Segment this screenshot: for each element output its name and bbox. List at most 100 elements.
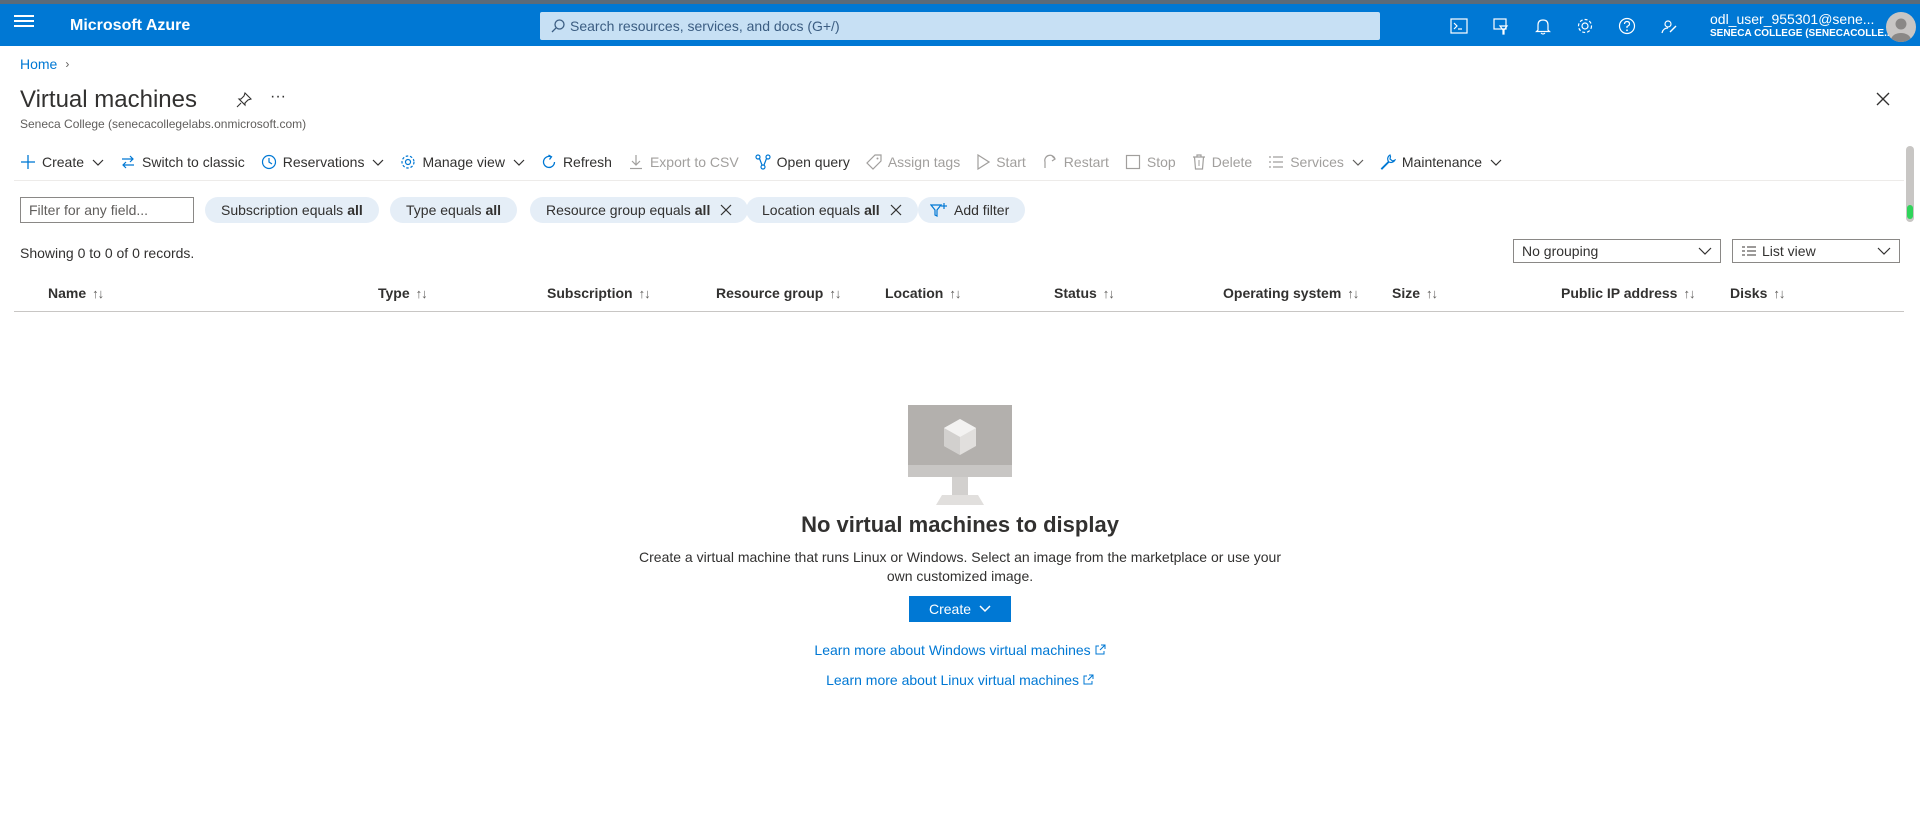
column-header-location[interactable]: Location ↑↓ — [885, 285, 961, 301]
resource-group-filter-pill[interactable]: Resource group equals all — [530, 197, 749, 223]
subscription-filter-pill[interactable]: Subscription equals all — [205, 197, 379, 223]
global-search[interactable] — [540, 12, 1380, 40]
export-to-csv-label: Export to CSV — [649, 154, 739, 170]
directory-filter-icon[interactable] — [1490, 15, 1512, 37]
sort-icon: ↑↓ — [1102, 285, 1115, 301]
breadcrumb-home-link[interactable]: Home — [20, 56, 57, 72]
filter-input[interactable] — [20, 197, 194, 223]
add-filter-label: Add filter — [954, 202, 1010, 218]
resource-group-filter-value: all — [694, 202, 711, 218]
breadcrumb: Home › — [20, 56, 69, 72]
column-label: Size — [1392, 285, 1421, 301]
view-dropdown[interactable]: List view — [1732, 239, 1900, 263]
learn-windows-link[interactable]: Learn more about Windows virtual machine… — [0, 642, 1920, 658]
start-button[interactable]: Start — [976, 154, 1026, 170]
chevron-down-icon — [1490, 159, 1502, 166]
feedback-icon[interactable] — [1658, 15, 1680, 37]
empty-state-create-button[interactable]: Create — [909, 596, 1011, 622]
column-label: Name — [48, 285, 87, 301]
sort-icon: ↑↓ — [415, 285, 428, 301]
column-header-status[interactable]: Status ↑↓ — [1054, 285, 1115, 301]
chevron-down-icon — [1698, 247, 1712, 255]
type-filter-pill[interactable]: Type equals all — [390, 197, 518, 223]
switch-to-classic-button[interactable]: Switch to classic — [120, 154, 245, 170]
list-icon — [1269, 156, 1284, 168]
close-icon[interactable] — [720, 204, 732, 216]
column-header-public-ip[interactable]: Public IP address ↑↓ — [1561, 285, 1695, 301]
grouping-value: No grouping — [1522, 243, 1599, 259]
switch-icon — [122, 155, 135, 169]
create-label: Create — [42, 154, 85, 170]
restart-button[interactable]: Restart — [1042, 154, 1109, 170]
location-filter-pill[interactable]: Location equals all — [746, 197, 918, 223]
scrollbar-thumb[interactable] — [1907, 205, 1913, 219]
maintenance-button[interactable]: Maintenance — [1380, 154, 1502, 170]
bell-icon[interactable] — [1532, 15, 1554, 37]
delete-button[interactable]: Delete — [1192, 154, 1252, 170]
more-options-button[interactable]: ··· — [270, 88, 286, 106]
divider — [14, 180, 1904, 181]
gear-icon — [401, 155, 416, 169]
refresh-button[interactable]: Refresh — [541, 154, 612, 170]
column-header-subscription[interactable]: Subscription ↑↓ — [547, 285, 651, 301]
view-value: List view — [1762, 243, 1816, 259]
column-header-size[interactable]: Size ↑↓ — [1392, 285, 1438, 301]
brand-label[interactable]: Microsoft Azure — [70, 17, 190, 35]
column-label: Location — [885, 285, 944, 301]
restart-icon — [1043, 154, 1056, 168]
hamburger-menu-icon[interactable] — [14, 12, 34, 32]
add-filter-button[interactable]: Add filter — [918, 197, 1026, 223]
refresh-label: Refresh — [562, 154, 612, 170]
close-icon[interactable] — [890, 204, 902, 216]
manage-view-button[interactable]: Manage view — [400, 154, 525, 170]
sort-icon: ↑↓ — [1773, 285, 1785, 301]
sort-icon: ↑↓ — [638, 285, 651, 301]
sort-icon: ↑↓ — [829, 285, 841, 301]
assign-tags-label: Assign tags — [887, 154, 961, 170]
stop-icon — [1125, 154, 1141, 170]
close-icon[interactable] — [1874, 90, 1892, 108]
restart-label: Restart — [1063, 154, 1109, 170]
column-label: Public IP address — [1561, 285, 1678, 301]
stop-button[interactable]: Stop — [1125, 154, 1176, 170]
avatar[interactable] — [1886, 12, 1916, 42]
reservations-button[interactable]: Reservations — [261, 154, 385, 170]
page-title: Virtual machines — [20, 86, 197, 113]
grouping-dropdown[interactable]: No grouping — [1513, 239, 1721, 263]
learn-linux-link[interactable]: Learn more about Linux virtual machines — [0, 672, 1920, 688]
column-header-type[interactable]: Type ↑↓ — [378, 285, 428, 301]
export-to-csv-button[interactable]: Export to CSV — [628, 154, 739, 170]
sort-icon: ↑↓ — [949, 285, 961, 301]
pin-icon[interactable] — [236, 91, 253, 111]
column-label: Subscription — [547, 285, 633, 301]
cloud-shell-icon[interactable] — [1448, 15, 1470, 37]
stop-label: Stop — [1146, 154, 1176, 170]
refresh-icon — [542, 154, 556, 169]
open-query-button[interactable]: Open query — [755, 154, 850, 170]
column-header-operating-system[interactable]: Operating system ↑↓ — [1223, 285, 1359, 301]
sort-icon: ↑↓ — [1347, 285, 1359, 301]
records-count: Showing 0 to 0 of 0 records. — [20, 245, 195, 261]
chevron-down-icon — [373, 159, 384, 166]
chevron-down-icon — [92, 159, 104, 166]
subscription-filter-label: Subscription equals — [221, 202, 344, 218]
delete-label: Delete — [1211, 154, 1253, 170]
plus-icon — [21, 155, 35, 169]
help-icon[interactable] — [1616, 15, 1638, 37]
chevron-down-icon — [1352, 159, 1364, 166]
column-header-resource-group[interactable]: Resource group ↑↓ — [716, 285, 841, 301]
column-header-name[interactable]: Name ↑↓ — [48, 285, 104, 301]
services-button[interactable]: Services — [1268, 154, 1364, 170]
location-filter-label: Location equals — [762, 202, 861, 218]
assign-tags-button[interactable]: Assign tags — [865, 154, 961, 170]
gear-icon[interactable] — [1574, 15, 1596, 37]
type-filter-label: Type equals — [406, 202, 482, 218]
user-account[interactable]: odl_user_955301@sene... SENECA COLLEGE (… — [1710, 11, 1892, 39]
manage-view-label: Manage view — [422, 154, 505, 170]
search-input[interactable] — [570, 12, 1370, 40]
resource-group-filter-label: Resource group equals — [546, 202, 691, 218]
services-label: Services — [1290, 154, 1344, 170]
chevron-down-icon — [513, 159, 525, 166]
column-header-disks[interactable]: Disks ↑↓ — [1730, 285, 1785, 301]
create-button[interactable]: Create — [20, 154, 104, 170]
